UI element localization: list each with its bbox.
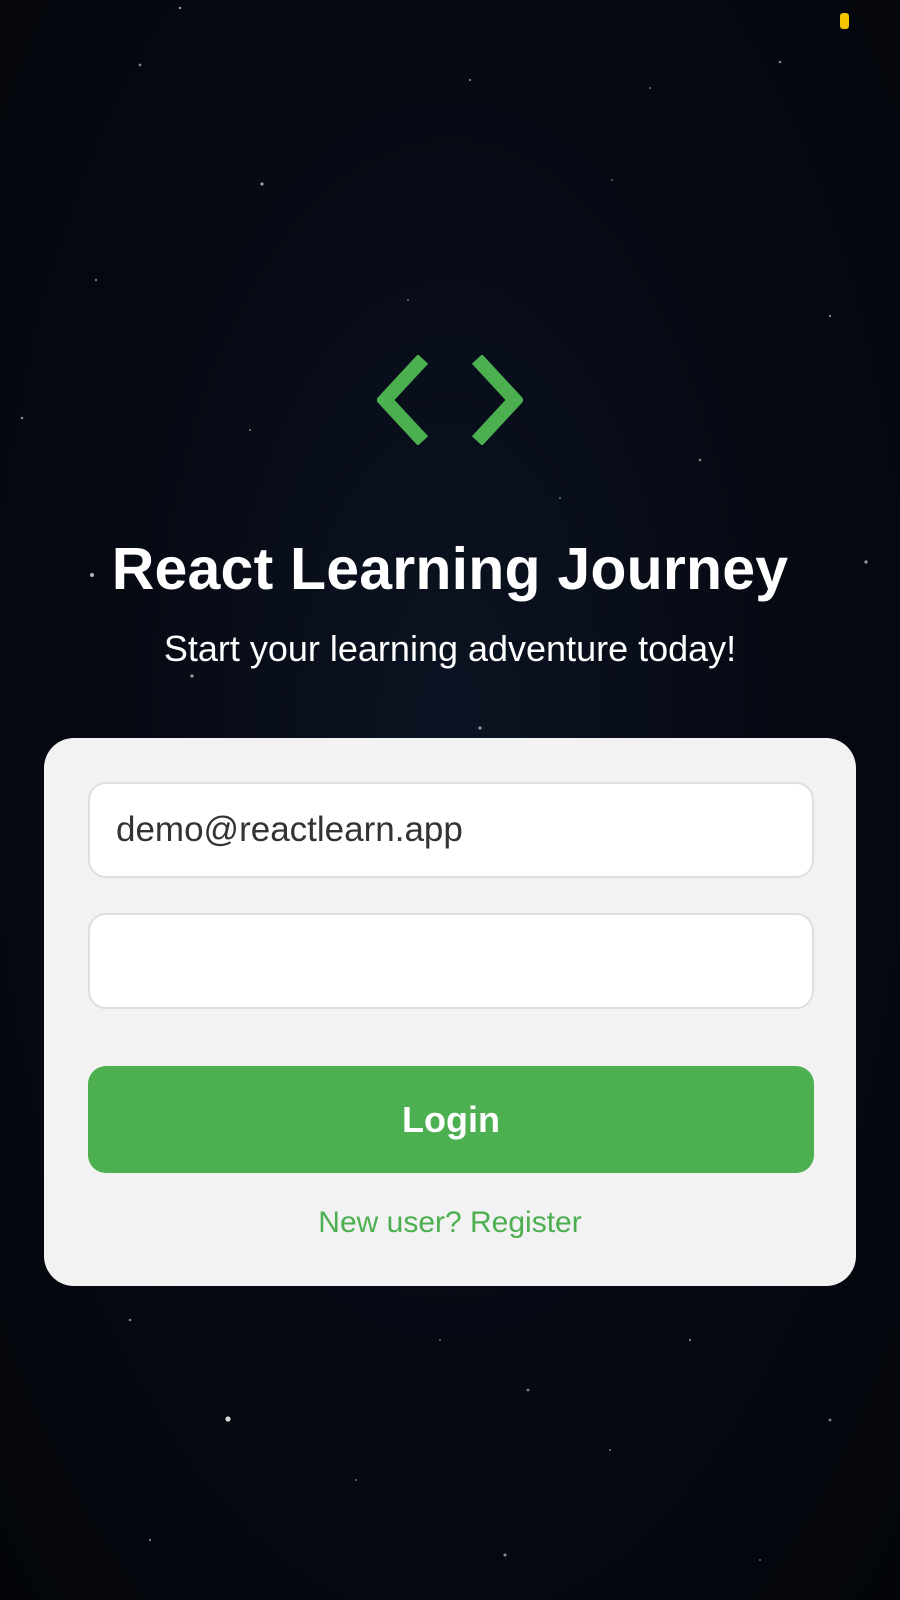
password-field[interactable] bbox=[88, 913, 814, 1009]
code-brackets-icon bbox=[377, 355, 523, 445]
register-link[interactable]: New user? Register bbox=[44, 1206, 856, 1240]
login-card: Login New user? Register bbox=[44, 738, 856, 1286]
login-button[interactable]: Login bbox=[88, 1066, 814, 1173]
app-subtitle: Start your learning adventure today! bbox=[163, 628, 737, 669]
app-title: React Learning Journey bbox=[111, 536, 789, 602]
email-field[interactable] bbox=[88, 782, 814, 878]
status-indicator-dot bbox=[840, 13, 849, 29]
login-screen: React Learning Journey Start your learni… bbox=[0, 0, 900, 1600]
